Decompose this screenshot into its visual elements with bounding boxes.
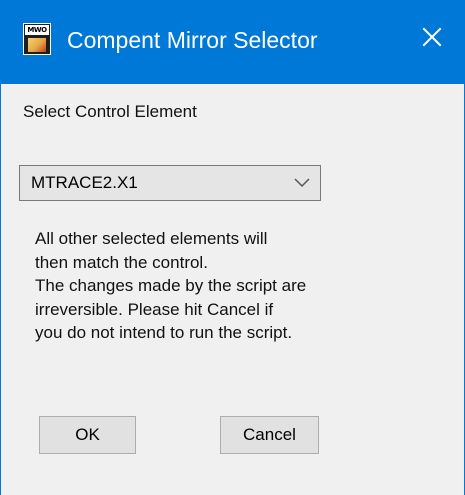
control-element-label: Select Control Element [23, 102, 197, 121]
message-line: irreversible. Please hit Cancel if [35, 299, 274, 319]
ok-button[interactable]: OK [39, 416, 136, 454]
selected-control-value: MTRACE2.X1 [31, 173, 138, 192]
message-line: then match the control. [35, 252, 208, 272]
mwo-app-icon: MWO [23, 23, 51, 55]
compent-mirror-selector-dialog: MWO Compent Mirror Selector Select Contr… [0, 0, 465, 495]
message-line: All other selected elements will [35, 229, 268, 248]
control-element-dropdown[interactable]: MTRACE2.X1 [19, 165, 321, 201]
cancel-button[interactable]: Cancel [220, 416, 319, 454]
title-bar: MWO Compent Mirror Selector [0, 0, 465, 84]
message-line: you do not intend to run the script. [35, 323, 293, 342]
close-icon [422, 27, 442, 47]
warning-message: All other selected elements will then ma… [35, 227, 425, 345]
app-icon-graphic [28, 38, 46, 52]
chevron-down-icon [294, 178, 310, 188]
message-line: The changes made by the script are [35, 276, 307, 295]
app-icon-text: MWO [25, 25, 49, 35]
window-title: Compent Mirror Selector [67, 27, 318, 53]
close-button[interactable] [405, 10, 459, 64]
